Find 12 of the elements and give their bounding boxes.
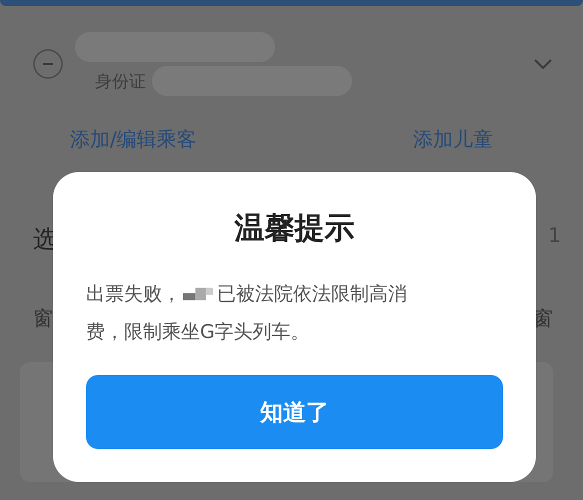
seat-label: 窗 xyxy=(533,305,553,332)
chevron-down-icon[interactable] xyxy=(533,57,553,71)
dialog-message: 出票失败， xyxy=(86,282,181,307)
seat-label: 窗 xyxy=(33,305,53,332)
confirm-button[interactable]: 知道了 xyxy=(86,375,503,449)
dialog-title: 温馨提示 xyxy=(234,210,354,248)
dialog-message: 费，限制乘坐G字头列车。 xyxy=(86,320,310,345)
dialog-message: 已被法院依法限制高消 xyxy=(217,282,407,307)
remove-icon[interactable] xyxy=(33,49,63,79)
redacted-name-drawing xyxy=(183,287,213,301)
add-passenger-link[interactable]: 添加儿童 xyxy=(413,126,493,153)
add-passenger-link[interactable]: 添加/编辑乘客 xyxy=(70,126,197,153)
